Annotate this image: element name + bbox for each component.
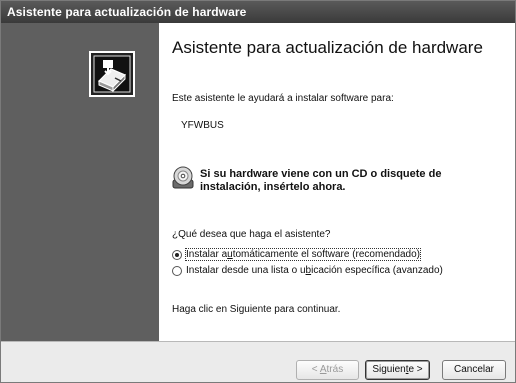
page-title: Asistente para actualización de hardware xyxy=(172,38,483,57)
window-title: Asistente para actualización de hardware xyxy=(1,1,515,23)
option-install-automatic[interactable]: Instalar automáticamente el software (re… xyxy=(172,248,422,261)
hardware-install-icon xyxy=(89,51,135,97)
next-button[interactable]: Siguiente > xyxy=(365,360,430,380)
cd-notice: Si su hardware viene con un CD o disquet… xyxy=(200,168,442,193)
cancel-button[interactable]: Cancelar xyxy=(442,360,506,380)
question-label: ¿Qué desea que haga el asistente? xyxy=(172,229,331,240)
option-automatic-label: Instalar automáticamente el software (re… xyxy=(184,248,422,261)
back-button[interactable]: < Atrás xyxy=(296,360,359,380)
device-name: YFWBUS xyxy=(181,120,224,131)
wizard-content: Asistente para actualización de hardware… xyxy=(159,23,515,341)
radio-automatic[interactable] xyxy=(172,249,182,260)
cd-disc-icon xyxy=(172,166,194,189)
option-install-from-list[interactable]: Instalar desde una lista o ubicación esp… xyxy=(172,265,443,276)
continue-hint: Haga clic en Siguiente para continuar. xyxy=(172,304,341,315)
radio-from-list[interactable] xyxy=(172,265,182,276)
button-bar: < Atrás Siguiente > Cancelar xyxy=(1,341,515,382)
option-list-label: Instalar desde una lista o ubicación esp… xyxy=(186,265,443,276)
intro-text: Este asistente le ayudará a instalar sof… xyxy=(172,93,394,104)
wizard-window: Asistente para actualización de hardware… xyxy=(0,0,516,383)
wizard-side-panel xyxy=(1,23,159,341)
